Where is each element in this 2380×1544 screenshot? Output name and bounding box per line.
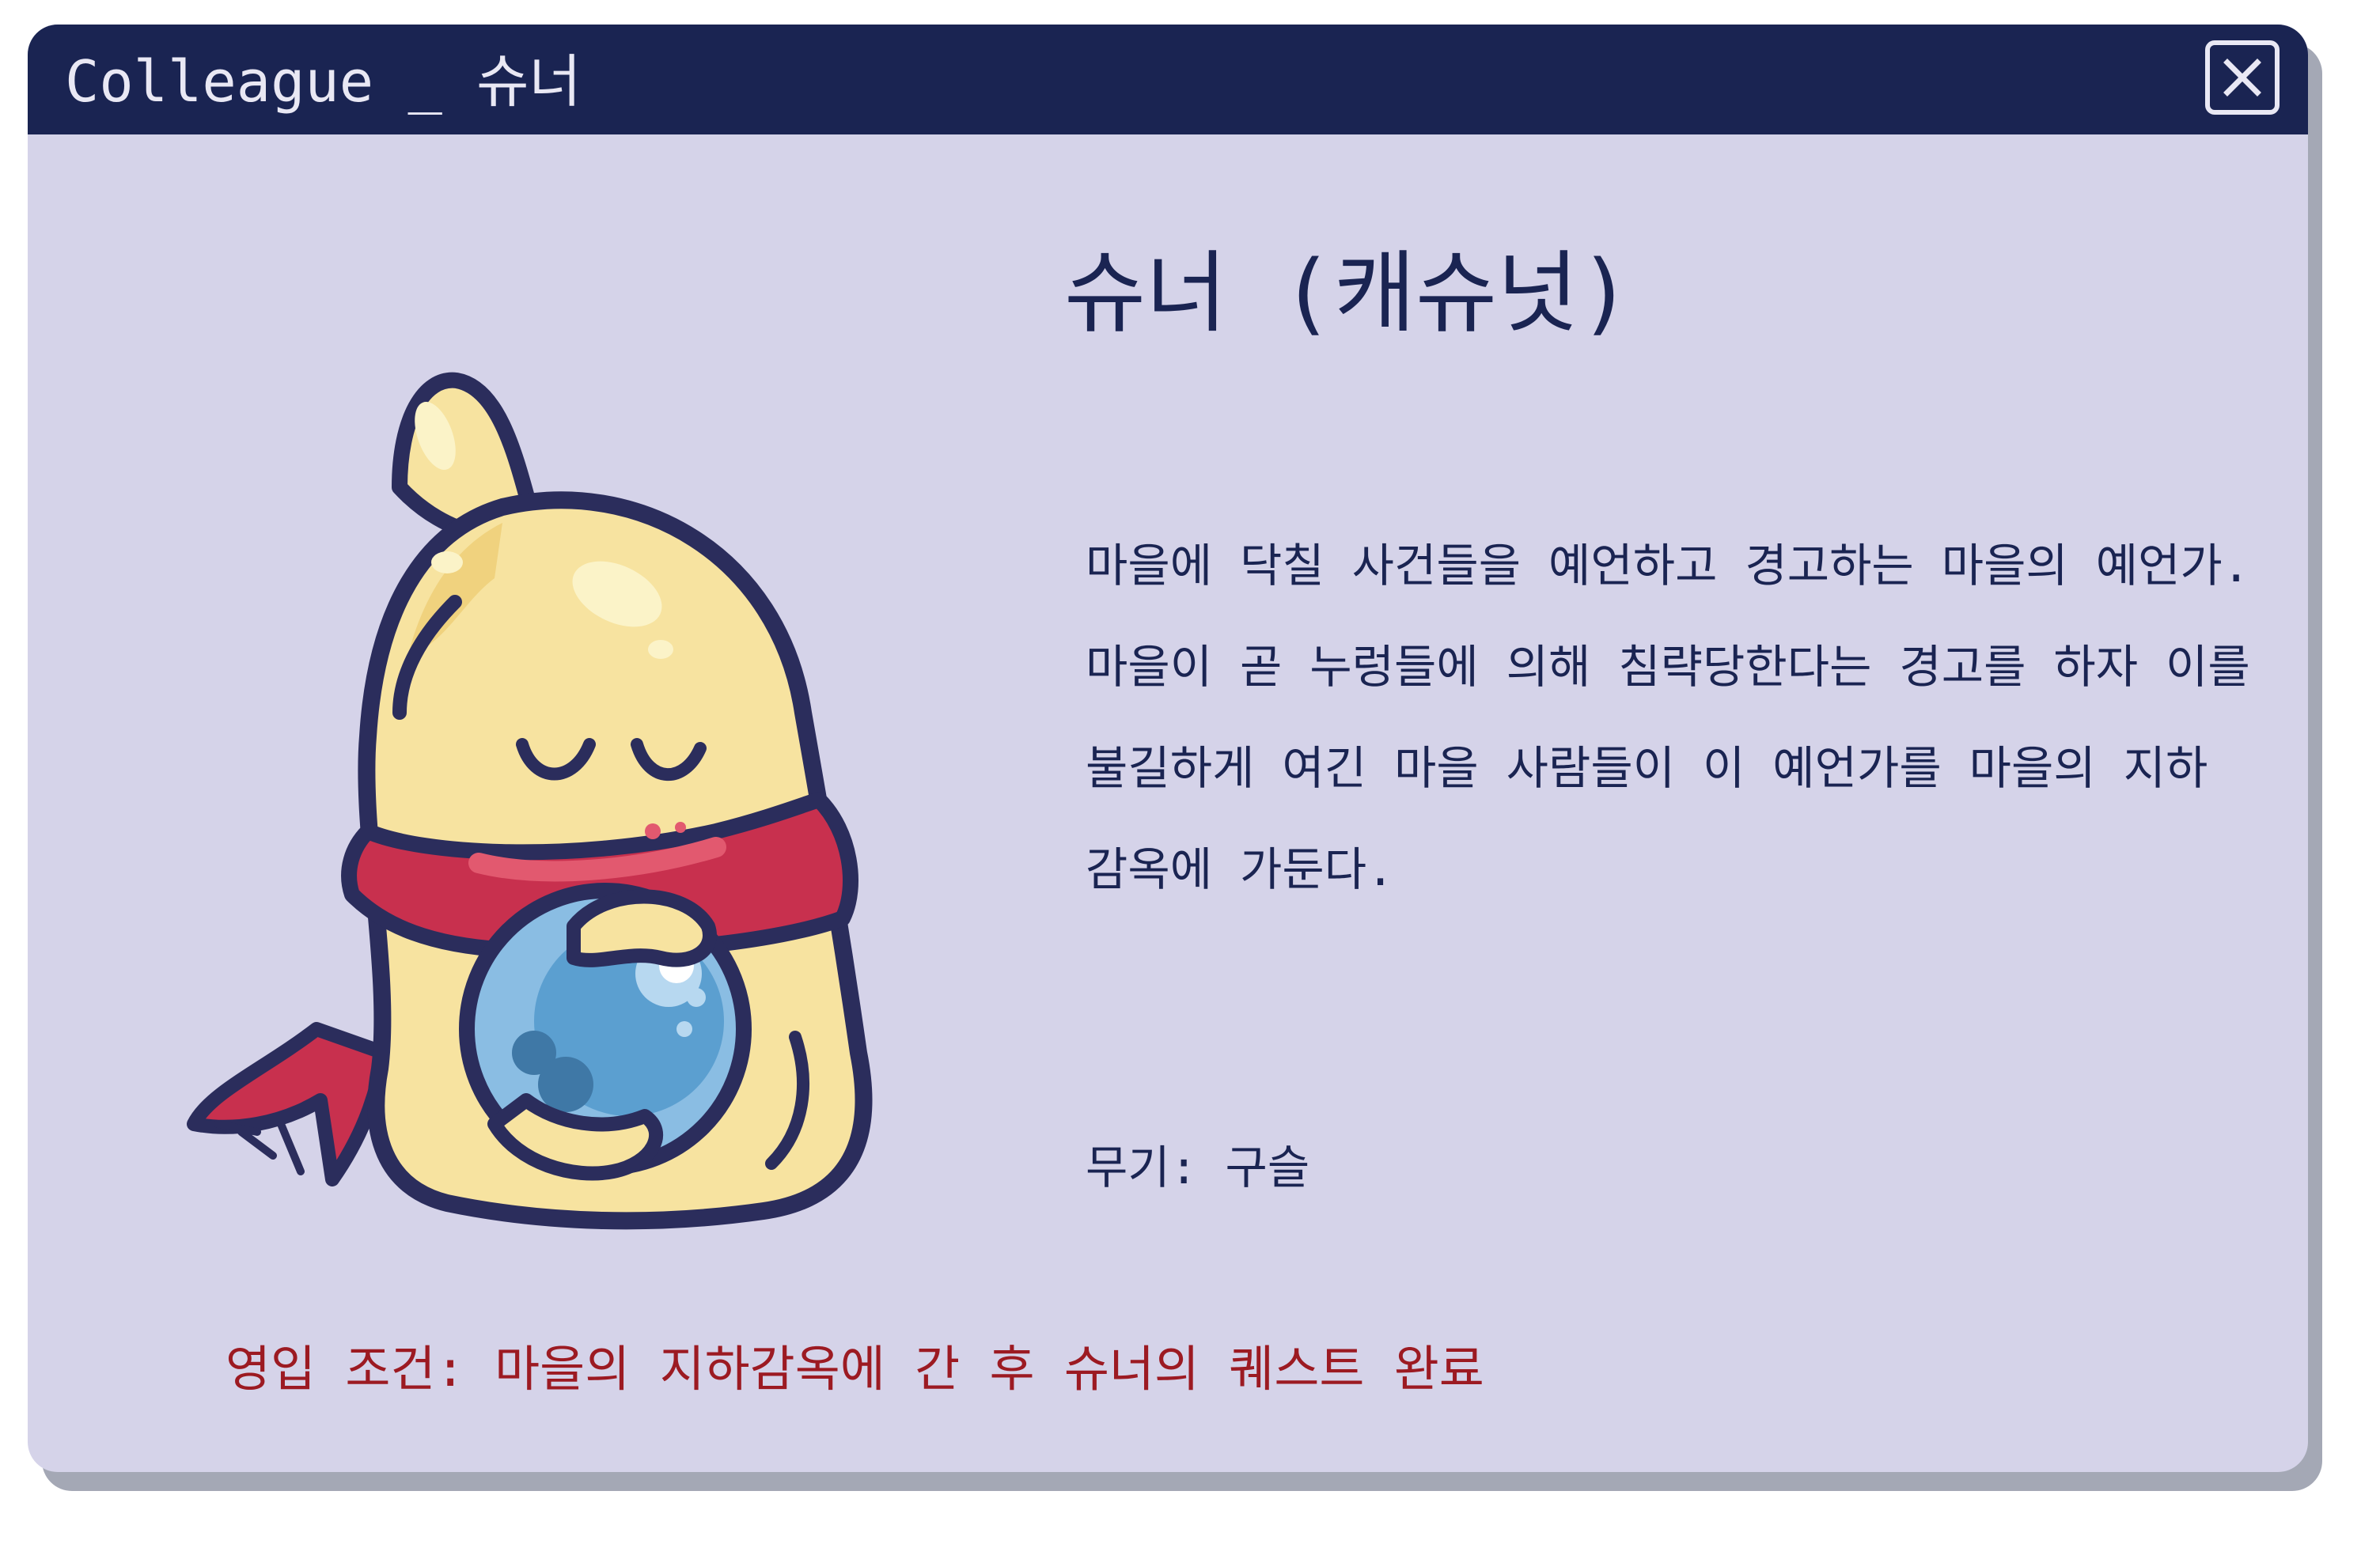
recruit-condition: 영입 조건: 마을의 지하감옥에 간 후 슈너의 퀘스트 완료 [225, 1340, 1484, 1398]
weapon-info: 무기: 구슬 [1086, 1141, 1310, 1194]
description-line: 마을에 닥칠 사건들을 예언하고 경고하는 마을의 예언가. [1086, 539, 2250, 592]
character-portrait [187, 372, 873, 1230]
character-description: 마을에 닥칠 사건들을 예언하고 경고하는 마을의 예언가. 마을이 곧 누렁들… [1086, 515, 2272, 920]
colleague-window: Colleague _ 슈너 슈너 (캐슈넛) 마을에 닥칠 사건들을 예언하고… [28, 25, 2308, 1472]
close-icon [2223, 59, 2261, 96]
description-line: 감옥에 가둔다. [1086, 842, 1394, 896]
description-line: 마을이 곧 누렁들에 의해 침략당한다는 경고를 하자 이를 [1086, 640, 2250, 694]
title-bar: Colleague _ 슈너 [28, 25, 2308, 134]
close-button[interactable] [2205, 40, 2280, 115]
description-line: 불길하게 여긴 마을 사람들이 이 예언가를 마을의 지하 [1086, 741, 2208, 795]
window-title: Colleague _ 슈너 [65, 48, 582, 115]
character-name: 슈너 (캐슈넛) [1064, 242, 1632, 345]
